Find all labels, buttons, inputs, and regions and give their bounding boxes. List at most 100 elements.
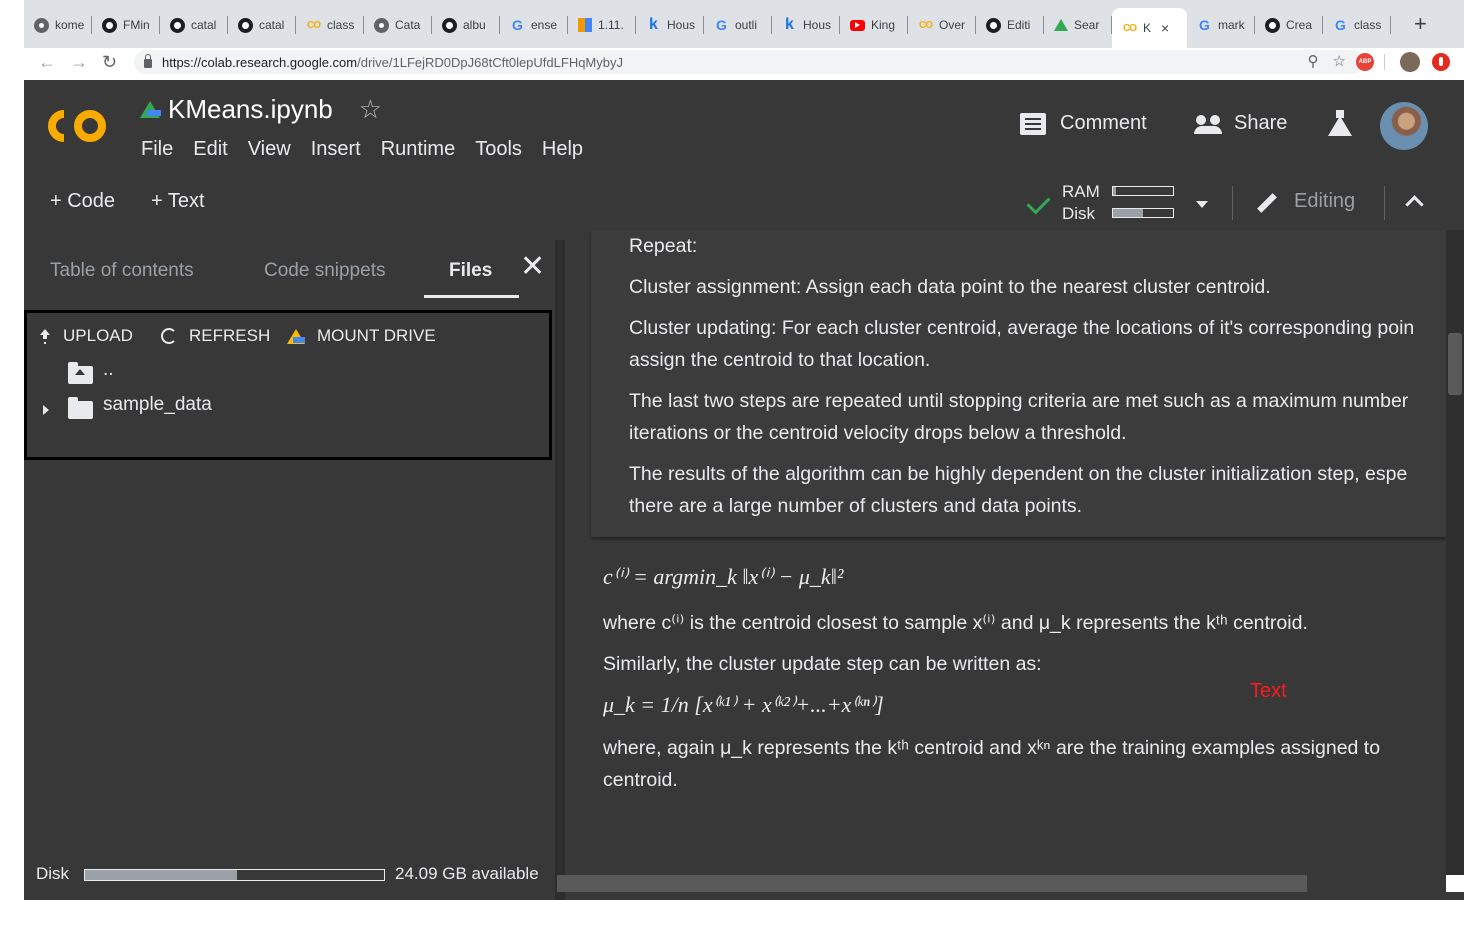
browser-tab[interactable]: CO K × xyxy=(1112,8,1187,48)
browser-tab-label: outli xyxy=(735,18,758,32)
share-button[interactable]: Share xyxy=(1194,112,1287,135)
panel-resize-handle[interactable] xyxy=(555,240,565,900)
browser-tab[interactable]: Cata xyxy=(364,12,432,38)
disk-usage-fill xyxy=(85,870,238,880)
browser-tab[interactable]: Crea xyxy=(1255,12,1323,38)
ram-bar-fill xyxy=(1113,187,1116,195)
browser-tab[interactable]: FMin xyxy=(92,12,160,38)
browser-tab[interactable]: King xyxy=(840,12,908,38)
google-icon: G xyxy=(1335,17,1346,33)
expand-arrow-icon[interactable] xyxy=(43,405,49,415)
files-browser: UPLOAD REFRESH MOUNT DRIVE .. sample_dat… xyxy=(24,310,552,460)
refresh-button[interactable]: REFRESH xyxy=(161,326,270,346)
runtime-dropdown-icon[interactable] xyxy=(1196,201,1208,208)
similarly-text: Similarly, the cluster update step can b… xyxy=(603,653,1042,675)
browser-tab-label: Crea xyxy=(1286,18,1313,32)
menu-item-file[interactable]: File xyxy=(131,138,183,161)
cell-text-results-2: there are a large number of clusters and… xyxy=(629,495,1083,517)
avatar[interactable] xyxy=(1380,102,1428,150)
colab-logo-icon[interactable] xyxy=(46,106,108,146)
browser-tab[interactable]: k Hous xyxy=(636,12,704,38)
browser-tab[interactable]: Goutli xyxy=(704,12,772,38)
share-label: Share xyxy=(1234,112,1288,134)
people-icon xyxy=(1194,114,1224,134)
menu-item-view[interactable]: View xyxy=(238,138,301,161)
browser-tab-label: King xyxy=(871,18,896,32)
tab-table-of-contents[interactable]: Table of contents xyxy=(50,260,194,282)
browser-tab-label: Hous xyxy=(803,18,832,32)
browser-tab[interactable]: 1.11. xyxy=(568,12,636,38)
browser-tab-bar: kome FMin catal catal CO class Cata albu Gense 1.… xyxy=(24,0,1464,48)
browser-tab-label: mark xyxy=(1218,18,1245,32)
browser-tab[interactable]: albu xyxy=(432,12,500,38)
upload-button[interactable]: UPLOAD xyxy=(39,326,133,346)
add-text-button[interactable]: + Text xyxy=(151,190,205,213)
browser-tab[interactable]: catal xyxy=(160,12,228,38)
menu-item-help[interactable]: Help xyxy=(532,138,593,161)
vertical-scrollbar[interactable] xyxy=(1446,230,1464,880)
browser-tab[interactable]: CO Over xyxy=(908,12,976,38)
kaggle-icon: k xyxy=(785,16,794,33)
chart-icon xyxy=(578,18,592,32)
cell-text-assignment: Cluster assignment: Assign each data poi… xyxy=(629,276,1271,298)
menu-item-tools[interactable]: Tools xyxy=(465,138,532,161)
disk-available-text: 24.09 GB available xyxy=(395,864,539,883)
colab-icon: CO xyxy=(1123,22,1137,34)
tab-files[interactable]: Files xyxy=(449,260,492,282)
star-icon[interactable]: ☆ xyxy=(359,94,382,125)
where-text-1: where c⁽ⁱ⁾ is the centroid closest to sa… xyxy=(603,612,1308,634)
disk-usage-bar xyxy=(84,869,385,881)
back-arrow-icon[interactable]: ← xyxy=(38,52,56,72)
browser-tab-label: ense xyxy=(531,18,558,32)
toolbar-divider xyxy=(1384,186,1385,220)
extension-icon[interactable] xyxy=(1432,53,1450,71)
zoom-icon[interactable]: ⚲ xyxy=(1308,52,1319,70)
editing-mode[interactable]: Editing xyxy=(1294,190,1355,213)
kaggle-icon: k xyxy=(649,16,658,33)
browser-tab[interactable]: CO class xyxy=(296,12,364,38)
close-icon[interactable]: ✕ xyxy=(520,252,545,282)
mount-drive-button[interactable]: MOUNT DRIVE xyxy=(287,326,436,346)
browser-tab[interactable]: kome xyxy=(24,12,92,38)
chrome-icon xyxy=(34,17,49,33)
browser-tab[interactable]: Gense xyxy=(500,12,568,38)
profile-avatar-icon[interactable] xyxy=(1400,52,1420,72)
collapse-header-icon[interactable] xyxy=(1405,195,1424,214)
disk-label: Disk xyxy=(1062,204,1096,223)
add-code-button[interactable]: + Code xyxy=(50,190,115,213)
menu-item-insert[interactable]: Insert xyxy=(301,138,371,161)
comment-button[interactable]: Comment xyxy=(1020,112,1147,135)
vertical-scroll-thumb[interactable] xyxy=(1448,333,1462,395)
cell-text-repeat-steps-2: iterations or the centroid velocity drop… xyxy=(629,422,1127,444)
tab-code-snippets[interactable]: Code snippets xyxy=(264,260,385,282)
adblock-extension-icon[interactable]: ABP xyxy=(1356,53,1374,71)
new-tab-button[interactable]: + xyxy=(1414,13,1427,35)
disk-usage-label: Disk xyxy=(36,864,70,883)
browser-tab[interactable]: Gclass xyxy=(1323,12,1391,38)
mount-drive-label: MOUNT DRIVE xyxy=(317,326,436,345)
github-icon xyxy=(238,17,253,33)
url-input[interactable]: https://colab.research.google.com /drive… xyxy=(134,50,1364,74)
browser-tab[interactable]: Sear xyxy=(1044,12,1112,38)
horizontal-scrollbar[interactable] xyxy=(557,875,1307,892)
reload-icon[interactable]: ↻ xyxy=(102,52,117,72)
browser-tab-label: Editi xyxy=(1007,18,1031,32)
browser-tab[interactable]: Editi xyxy=(976,12,1044,38)
tab-close-icon[interactable]: × xyxy=(1161,20,1169,36)
browser-tab[interactable]: Gmark xyxy=(1187,12,1255,38)
forward-arrow-icon[interactable]: → xyxy=(70,52,88,72)
menu-item-edit[interactable]: Edit xyxy=(183,138,237,161)
disk-bar-fill xyxy=(1113,209,1143,217)
menu-item-runtime[interactable]: Runtime xyxy=(371,138,465,161)
parent-directory-label: .. xyxy=(103,359,114,380)
browser-tab[interactable]: catal xyxy=(228,12,296,38)
text-cell[interactable]: Repeat: Cluster assignment: Assign each … xyxy=(591,230,1446,537)
notebook-name[interactable]: KMeans.ipynb xyxy=(168,94,333,125)
browser-tab-label: class xyxy=(1354,18,1382,32)
browser-tab[interactable]: k Hous xyxy=(772,12,840,38)
bookmark-star-icon[interactable]: ☆ xyxy=(1333,52,1346,70)
flask-icon[interactable] xyxy=(1328,110,1352,136)
notebook-title: KMeans.ipynb ☆ xyxy=(140,94,382,125)
github-icon xyxy=(442,17,457,33)
toolbar-divider xyxy=(1232,186,1233,220)
